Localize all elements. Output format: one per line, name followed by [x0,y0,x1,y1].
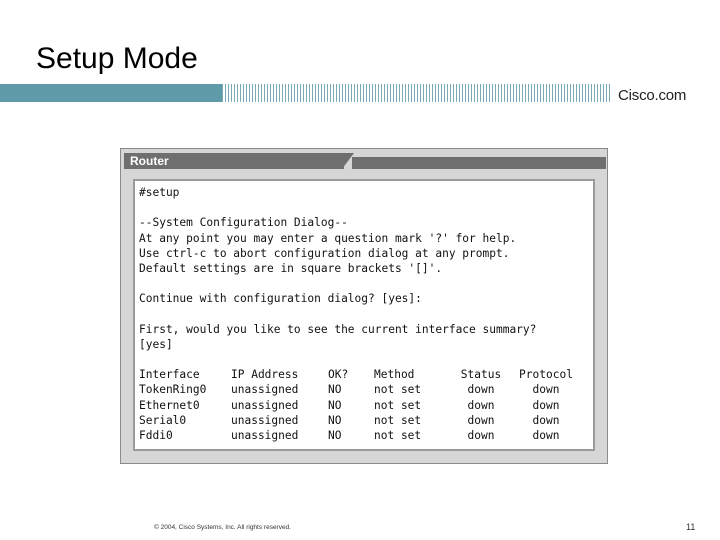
band-solid [0,84,222,102]
cell-status: down [467,383,495,397]
cell-protocol: down [532,383,560,397]
cell-status: down [467,398,495,412]
cell-method: not set [374,398,422,412]
header-ok: OK? [328,368,349,382]
cell-ok: NO [328,429,342,443]
table-row: Ethernet0 unassigned NO not set down dow… [139,398,581,413]
table-header-row: Interface IP Address OK? Method Status P… [139,367,581,382]
window-title: Router [130,154,169,168]
dialog-line: Use ctrl-c to abort configuration dialog… [139,246,510,260]
terminal-blank [139,276,593,291]
terminal-prompt: #setup [139,186,180,199]
cell-interface: TokenRing0 [139,383,207,397]
cell-protocol: down [532,429,560,443]
cell-ip-address: unassigned [231,398,299,412]
cell-method: not set [374,413,422,427]
cell-interface: Ethernet0 [139,398,200,412]
cell-protocol: down [532,398,560,412]
band-stripes [222,84,612,102]
brand-band [0,84,720,102]
cell-protocol: down [532,413,560,427]
dialog-line: --System Configuration Dialog-- [139,216,348,230]
dialog-line: At any point you may enter a question ma… [139,231,517,245]
header-status: Status [460,368,502,382]
cell-ok: NO [328,383,342,397]
router-window: Router #setup --System Configuration Dia… [120,148,608,464]
cell-interface: Serial0 [139,413,187,427]
cell-ip-address: unassigned [231,413,299,427]
header-ip-address: IP Address [231,368,299,382]
header-interface: Interface [139,368,200,382]
titlebar-rest [352,157,606,169]
cell-ok: NO [328,413,342,427]
interface-summary-table: Interface IP Address OK? Method Status P… [139,367,581,443]
page-number: 11 [686,522,696,532]
terminal-blank [139,307,593,322]
terminal-output[interactable]: #setup --System Configuration Dialog-- A… [133,179,595,451]
table-row: Serial0 unassigned NO not set down down [139,413,581,428]
summary-line: [yes] [139,337,173,351]
cisco-logo: Cisco.com [618,87,687,104]
slide-title: Setup Mode [36,42,198,75]
cell-ip-address: unassigned [231,429,299,443]
dialog-line: Default settings are in square brackets … [139,261,443,275]
table-row: TokenRing0 unassigned NO not set down do… [139,382,581,397]
cell-status: down [467,413,495,427]
summary-line: First, would you like to see the current… [139,322,537,336]
cell-ok: NO [328,398,342,412]
terminal-blank [139,200,593,215]
table-row: Fddi0 unassigned NO not set down down [139,428,581,443]
cell-status: down [467,429,495,443]
terminal-blank [139,352,593,367]
cell-method: not set [374,383,422,397]
footer-copyright: © 2004, Cisco Systems, Inc. All rights r… [154,524,292,531]
cell-ip-address: unassigned [231,383,299,397]
continue-prompt: Continue with configuration dialog? [yes… [139,292,422,306]
cell-interface: Fddi0 [139,429,173,443]
window-titlebar: Router [124,153,606,169]
cell-method: not set [374,429,422,443]
header-protocol: Protocol [519,368,573,382]
header-method: Method [374,368,415,382]
